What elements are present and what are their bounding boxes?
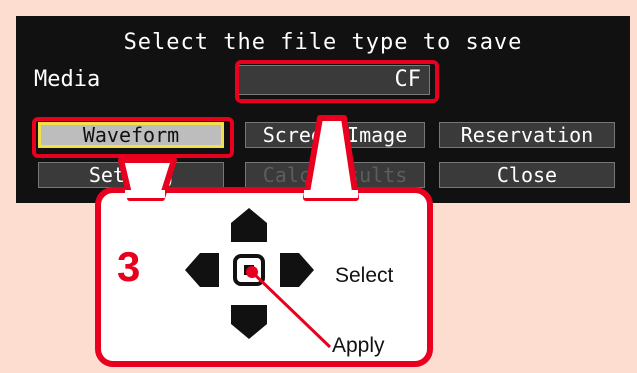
step-number: 3 <box>117 243 141 290</box>
apply-label: Apply <box>332 334 385 357</box>
right-key-icon <box>280 253 314 287</box>
up-key-icon <box>231 208 267 242</box>
left-key-icon <box>185 253 219 287</box>
manual-illustration: Select the file type to save Media CF Wa… <box>0 0 637 373</box>
callout-graphics <box>118 115 359 349</box>
down-key-icon <box>231 305 267 339</box>
select-label: Select <box>335 264 394 287</box>
callout-pointer-right <box>303 115 359 201</box>
